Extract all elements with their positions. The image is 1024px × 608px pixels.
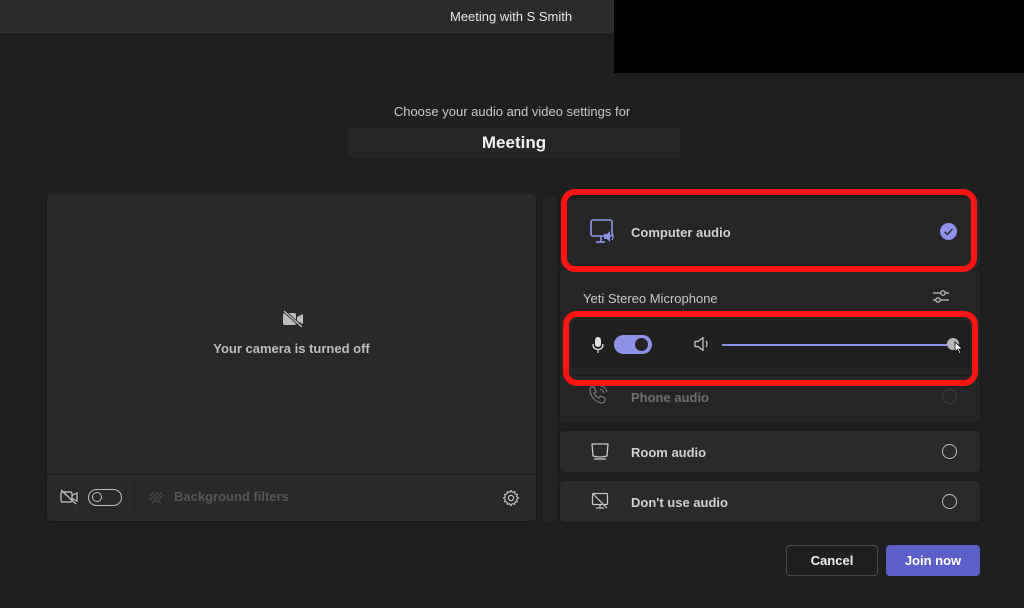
audio-option-none[interactable]: Don't use audio <box>560 481 980 522</box>
option-label: Don't use audio <box>631 495 728 510</box>
panel-separator <box>543 197 557 522</box>
audio-option-room[interactable]: Room audio <box>560 431 980 472</box>
audio-option-phone[interactable]: Phone audio <box>560 375 980 421</box>
window-title: Meeting with S Smith <box>450 9 573 24</box>
background-filters-button[interactable]: Background filters <box>174 489 289 504</box>
microphone-name: Yeti Stereo Microphone <box>583 291 718 306</box>
mouse-cursor-icon <box>954 341 964 355</box>
camera-off-icon <box>60 489 78 505</box>
radio-button[interactable] <box>942 389 957 404</box>
option-label: Phone audio <box>631 390 709 405</box>
computer-audio-icon <box>590 219 614 243</box>
no-audio-icon <box>591 492 609 509</box>
meeting-name: Meeting <box>348 128 680 158</box>
audio-device-settings: Yeti Stereo Microphone Phone audio <box>560 270 980 422</box>
radio-button[interactable] <box>942 494 957 509</box>
microphone-toggle[interactable] <box>614 335 652 354</box>
video-controls-bar: Background filters <box>47 475 536 521</box>
option-label: Room audio <box>631 445 707 460</box>
camera-toggle[interactable] <box>88 489 122 506</box>
audio-option-computer[interactable]: Computer audio <box>560 198 980 268</box>
room-audio-icon <box>591 443 609 460</box>
join-now-button[interactable]: Join now <box>886 545 980 576</box>
cancel-button[interactable]: Cancel <box>786 545 878 576</box>
gear-icon[interactable] <box>502 489 520 507</box>
black-overlay-region <box>614 0 1024 73</box>
selected-check-icon <box>940 223 957 240</box>
mic-speaker-controls <box>572 320 970 368</box>
speaker-icon <box>694 336 708 352</box>
radio-button[interactable] <box>942 444 957 459</box>
video-preview-area: Your camera is turned off <box>47 194 536 475</box>
phone-audio-icon <box>589 385 608 404</box>
option-label: Computer audio <box>631 225 731 240</box>
toggle-knob <box>635 338 648 351</box>
prejoin-subtitle: Choose your audio and video settings for <box>393 104 631 119</box>
device-settings-icon[interactable] <box>932 289 950 305</box>
camera-off-message: Your camera is turned off <box>213 341 370 356</box>
divider <box>134 481 135 515</box>
microphone-icon <box>592 337 604 353</box>
speaker-volume-slider[interactable] <box>722 344 954 346</box>
video-preview-panel: Your camera is turned off Background fil… <box>47 194 536 521</box>
video-off-icon <box>283 310 303 328</box>
toggle-knob <box>92 492 102 502</box>
background-effects-icon <box>149 491 164 504</box>
